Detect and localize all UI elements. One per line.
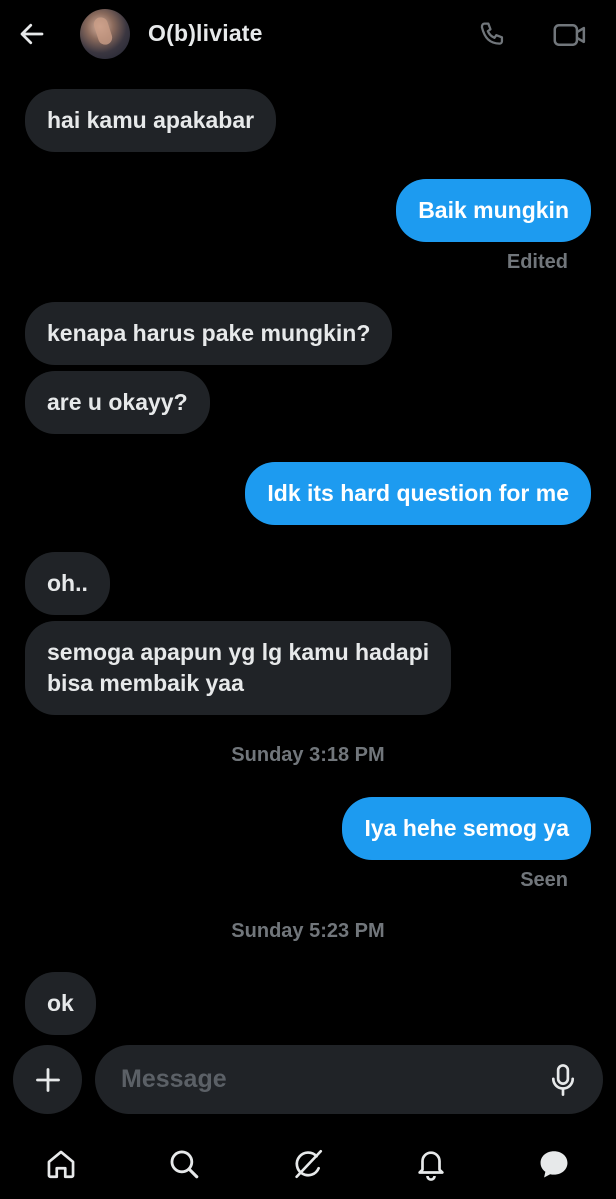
message-bubble-incoming[interactable]: semoga apapun yg lg kamu hadapi bisa mem… [25,621,452,715]
message-line: semoga apapun yg lg kamu hadapi [47,639,430,665]
message-bubble-incoming[interactable]: ok [25,972,96,1035]
message-bubble-outgoing[interactable]: Iya hehe semog ya [342,797,591,860]
edited-label: Edited [506,251,568,273]
nav-grok[interactable] [286,1142,330,1186]
bottom-navigation [0,1128,616,1199]
add-attachment-button[interactable] [13,1045,82,1114]
nav-messages[interactable] [532,1142,576,1186]
back-button[interactable] [14,16,50,52]
message-bubble-incoming[interactable]: oh.. [25,552,110,615]
avatar[interactable] [80,9,130,59]
messages-icon [536,1147,572,1181]
grok-icon [291,1147,325,1181]
conversation-header: O(b)liviate [0,0,616,70]
message-composer [0,1040,616,1120]
voice-message-button[interactable] [543,1060,583,1100]
message-bubble-incoming[interactable]: hai kamu apakabar [25,89,277,152]
seen-label: Seen [520,869,568,891]
plus-icon [34,1066,62,1094]
timestamp: Sunday 3:18 PM [231,744,385,766]
message-line: bisa membaik yaa [47,670,244,696]
message-bubble-incoming[interactable]: are u okayy? [25,371,210,434]
contact-name[interactable]: O(b)liviate [148,20,263,47]
message-field [95,1045,603,1114]
message-bubble-incoming[interactable]: kenapa harus pake mungkin? [25,302,393,365]
message-bubble-outgoing[interactable]: Baik mungkin [396,179,591,242]
message-input[interactable] [121,1045,521,1114]
microphone-icon [548,1063,578,1097]
phone-icon [477,19,509,51]
home-icon [44,1147,78,1181]
nav-search[interactable] [162,1142,206,1186]
nav-notifications[interactable] [409,1142,453,1186]
nav-home[interactable] [39,1142,83,1186]
notifications-icon [414,1147,448,1181]
timestamp: Sunday 5:23 PM [231,920,385,942]
video-call-button[interactable] [550,16,590,54]
video-icon [552,19,588,51]
message-bubble-outgoing[interactable]: Idk its hard question for me [245,462,591,525]
search-icon [167,1147,201,1181]
call-button[interactable] [474,16,512,54]
arrow-left-icon [17,19,47,49]
